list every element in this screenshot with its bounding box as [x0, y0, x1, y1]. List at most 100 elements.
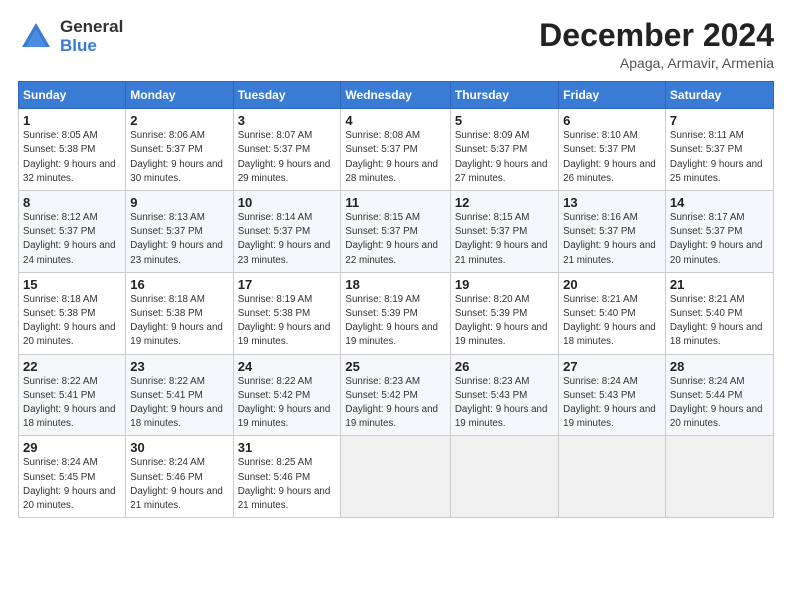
day-number: 6: [563, 113, 661, 128]
sunset-label: Sunset: 5:41 PM: [23, 390, 95, 401]
sunrise-label: Sunrise: 8:13 AM: [130, 212, 205, 223]
day-number: 9: [130, 195, 228, 210]
day-number: 8: [23, 195, 121, 210]
day-detail: Sunrise: 8:24 AM Sunset: 5:44 PM Dayligh…: [670, 375, 769, 432]
daylight-label: Daylight: 9 hours and 21 minutes.: [455, 240, 548, 265]
daylight-label: Daylight: 9 hours and 23 minutes.: [238, 240, 331, 265]
day-detail: Sunrise: 8:21 AM Sunset: 5:40 PM Dayligh…: [670, 293, 769, 350]
daylight-label: Daylight: 9 hours and 18 minutes.: [670, 322, 763, 347]
day-cell: 20 Sunrise: 8:21 AM Sunset: 5:40 PM Dayl…: [559, 272, 666, 354]
sunset-label: Sunset: 5:37 PM: [130, 226, 202, 237]
day-number: 10: [238, 195, 337, 210]
header: General Blue December 2024 Apaga, Armavi…: [18, 18, 774, 71]
day-cell: 8 Sunrise: 8:12 AM Sunset: 5:37 PM Dayli…: [19, 191, 126, 273]
logo-blue: Blue: [60, 37, 123, 56]
sunset-label: Sunset: 5:46 PM: [238, 472, 310, 483]
sunset-label: Sunset: 5:44 PM: [670, 390, 742, 401]
daylight-label: Daylight: 9 hours and 19 minutes.: [130, 322, 223, 347]
day-cell: 27 Sunrise: 8:24 AM Sunset: 5:43 PM Dayl…: [559, 354, 666, 436]
day-detail: Sunrise: 8:24 AM Sunset: 5:46 PM Dayligh…: [130, 456, 228, 513]
day-detail: Sunrise: 8:22 AM Sunset: 5:42 PM Dayligh…: [238, 375, 337, 432]
daylight-label: Daylight: 9 hours and 20 minutes.: [23, 486, 116, 511]
day-detail: Sunrise: 8:19 AM Sunset: 5:38 PM Dayligh…: [238, 293, 337, 350]
sunset-label: Sunset: 5:37 PM: [455, 226, 527, 237]
header-friday: Friday: [559, 82, 666, 109]
day-number: 4: [345, 113, 445, 128]
daylight-label: Daylight: 9 hours and 19 minutes.: [455, 322, 548, 347]
week-row-2: 8 Sunrise: 8:12 AM Sunset: 5:37 PM Dayli…: [19, 191, 774, 273]
header-wednesday: Wednesday: [341, 82, 450, 109]
day-detail: Sunrise: 8:15 AM Sunset: 5:37 PM Dayligh…: [345, 211, 445, 268]
sunrise-label: Sunrise: 8:17 AM: [670, 212, 745, 223]
day-cell: 4 Sunrise: 8:08 AM Sunset: 5:37 PM Dayli…: [341, 109, 450, 191]
logo-icon: [18, 19, 54, 55]
day-cell: 29 Sunrise: 8:24 AM Sunset: 5:45 PM Dayl…: [19, 436, 126, 518]
sunrise-label: Sunrise: 8:20 AM: [455, 294, 530, 305]
sunset-label: Sunset: 5:42 PM: [238, 390, 310, 401]
sunrise-label: Sunrise: 8:14 AM: [238, 212, 313, 223]
day-number: 21: [670, 277, 769, 292]
sunrise-label: Sunrise: 8:23 AM: [345, 376, 420, 387]
daylight-label: Daylight: 9 hours and 19 minutes.: [238, 322, 331, 347]
day-number: 17: [238, 277, 337, 292]
sunrise-label: Sunrise: 8:12 AM: [23, 212, 98, 223]
day-cell: [559, 436, 666, 518]
day-cell: 16 Sunrise: 8:18 AM Sunset: 5:38 PM Dayl…: [126, 272, 233, 354]
week-row-1: 1 Sunrise: 8:05 AM Sunset: 5:38 PM Dayli…: [19, 109, 774, 191]
sunset-label: Sunset: 5:39 PM: [345, 308, 417, 319]
day-detail: Sunrise: 8:14 AM Sunset: 5:37 PM Dayligh…: [238, 211, 337, 268]
calendar-title: December 2024: [539, 18, 774, 53]
day-detail: Sunrise: 8:24 AM Sunset: 5:45 PM Dayligh…: [23, 456, 121, 513]
sunset-label: Sunset: 5:37 PM: [238, 144, 310, 155]
day-cell: 15 Sunrise: 8:18 AM Sunset: 5:38 PM Dayl…: [19, 272, 126, 354]
day-number: 18: [345, 277, 445, 292]
calendar-header: Sunday Monday Tuesday Wednesday Thursday…: [19, 82, 774, 109]
day-cell: 6 Sunrise: 8:10 AM Sunset: 5:37 PM Dayli…: [559, 109, 666, 191]
day-number: 3: [238, 113, 337, 128]
daylight-label: Daylight: 9 hours and 28 minutes.: [345, 159, 438, 184]
sunrise-label: Sunrise: 8:05 AM: [23, 130, 98, 141]
day-number: 30: [130, 440, 228, 455]
sunrise-label: Sunrise: 8:22 AM: [23, 376, 98, 387]
sunrise-label: Sunrise: 8:08 AM: [345, 130, 420, 141]
day-detail: Sunrise: 8:10 AM Sunset: 5:37 PM Dayligh…: [563, 129, 661, 186]
sunset-label: Sunset: 5:38 PM: [23, 144, 95, 155]
sunrise-label: Sunrise: 8:22 AM: [238, 376, 313, 387]
sunrise-label: Sunrise: 8:06 AM: [130, 130, 205, 141]
day-cell: 24 Sunrise: 8:22 AM Sunset: 5:42 PM Dayl…: [233, 354, 341, 436]
day-cell: 25 Sunrise: 8:23 AM Sunset: 5:42 PM Dayl…: [341, 354, 450, 436]
daylight-label: Daylight: 9 hours and 20 minutes.: [670, 240, 763, 265]
header-row: Sunday Monday Tuesday Wednesday Thursday…: [19, 82, 774, 109]
day-cell: 21 Sunrise: 8:21 AM Sunset: 5:40 PM Dayl…: [665, 272, 773, 354]
daylight-label: Daylight: 9 hours and 19 minutes.: [238, 404, 331, 429]
day-cell: [341, 436, 450, 518]
day-cell: 22 Sunrise: 8:22 AM Sunset: 5:41 PM Dayl…: [19, 354, 126, 436]
sunrise-label: Sunrise: 8:18 AM: [23, 294, 98, 305]
day-number: 22: [23, 359, 121, 374]
sunset-label: Sunset: 5:37 PM: [23, 226, 95, 237]
sunrise-label: Sunrise: 8:07 AM: [238, 130, 313, 141]
page: General Blue December 2024 Apaga, Armavi…: [0, 0, 792, 612]
sunset-label: Sunset: 5:39 PM: [455, 308, 527, 319]
sunset-label: Sunset: 5:38 PM: [238, 308, 310, 319]
sunset-label: Sunset: 5:38 PM: [23, 308, 95, 319]
day-detail: Sunrise: 8:17 AM Sunset: 5:37 PM Dayligh…: [670, 211, 769, 268]
sunrise-label: Sunrise: 8:24 AM: [670, 376, 745, 387]
day-detail: Sunrise: 8:18 AM Sunset: 5:38 PM Dayligh…: [23, 293, 121, 350]
sunrise-label: Sunrise: 8:19 AM: [345, 294, 420, 305]
day-cell: 11 Sunrise: 8:15 AM Sunset: 5:37 PM Dayl…: [341, 191, 450, 273]
day-number: 23: [130, 359, 228, 374]
day-detail: Sunrise: 8:15 AM Sunset: 5:37 PM Dayligh…: [455, 211, 554, 268]
day-detail: Sunrise: 8:25 AM Sunset: 5:46 PM Dayligh…: [238, 456, 337, 513]
day-cell: 2 Sunrise: 8:06 AM Sunset: 5:37 PM Dayli…: [126, 109, 233, 191]
day-detail: Sunrise: 8:24 AM Sunset: 5:43 PM Dayligh…: [563, 375, 661, 432]
day-cell: 18 Sunrise: 8:19 AM Sunset: 5:39 PM Dayl…: [341, 272, 450, 354]
week-row-3: 15 Sunrise: 8:18 AM Sunset: 5:38 PM Dayl…: [19, 272, 774, 354]
daylight-label: Daylight: 9 hours and 18 minutes.: [23, 404, 116, 429]
day-cell: 9 Sunrise: 8:13 AM Sunset: 5:37 PM Dayli…: [126, 191, 233, 273]
title-block: December 2024 Apaga, Armavir, Armenia: [539, 18, 774, 71]
day-detail: Sunrise: 8:09 AM Sunset: 5:37 PM Dayligh…: [455, 129, 554, 186]
header-saturday: Saturday: [665, 82, 773, 109]
day-detail: Sunrise: 8:06 AM Sunset: 5:37 PM Dayligh…: [130, 129, 228, 186]
sunrise-label: Sunrise: 8:09 AM: [455, 130, 530, 141]
